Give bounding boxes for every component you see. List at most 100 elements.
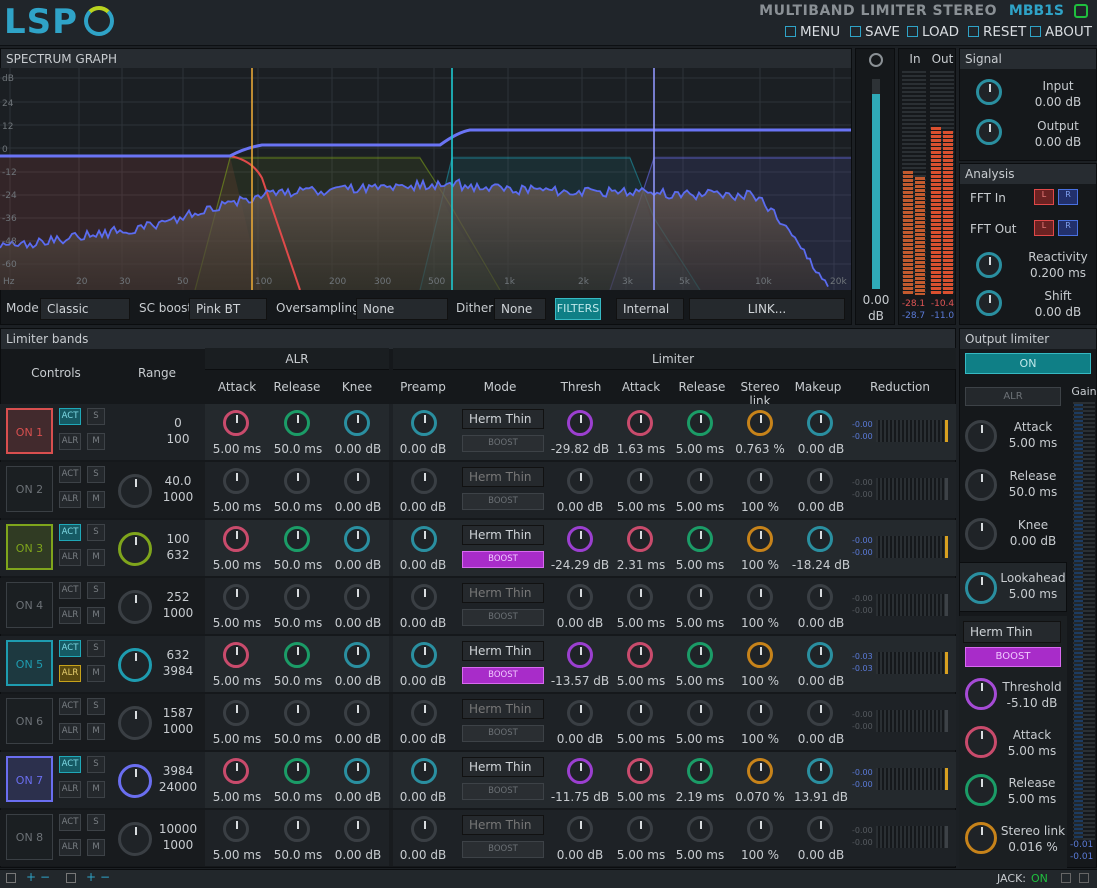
zoom-icon[interactable] xyxy=(869,53,883,67)
out-knee-knob[interactable] xyxy=(965,518,997,550)
band-4-alr-knee-knob[interactable] xyxy=(344,584,370,610)
mode-select[interactable]: Classic xyxy=(40,298,130,320)
band-1-mute-button[interactable]: M xyxy=(87,433,105,450)
band-7-act-button[interactable]: ACT xyxy=(59,756,81,773)
link-button[interactable]: LINK... xyxy=(689,298,845,320)
band-1-solo-button[interactable]: S xyxy=(87,408,105,425)
band-5-alr-knee-knob[interactable] xyxy=(344,642,370,668)
band-7-alr-attack-knob[interactable] xyxy=(223,758,249,784)
band-4-solo-button[interactable]: S xyxy=(87,582,105,599)
band-5-on-button[interactable]: ON 5 xyxy=(6,640,53,686)
band-7-boost-button[interactable]: BOOST xyxy=(462,783,544,800)
band-2-boost-button[interactable]: BOOST xyxy=(462,493,544,510)
band-8-on-button[interactable]: ON 8 xyxy=(6,814,53,860)
band-4-mode-select[interactable]: Herm Thin xyxy=(462,583,544,603)
band-7-mode-select[interactable]: Herm Thin xyxy=(462,757,544,777)
band-2-mute-button[interactable]: M xyxy=(87,491,105,508)
band-3-attack-knob[interactable] xyxy=(627,526,653,552)
band-2-mode-select[interactable]: Herm Thin xyxy=(462,467,544,487)
dither-select[interactable]: None xyxy=(494,298,546,320)
load-button[interactable]: LOAD xyxy=(907,24,959,40)
band-5-alr-release-knob[interactable] xyxy=(284,642,310,668)
band-7-release-knob[interactable] xyxy=(687,758,713,784)
band-8-act-button[interactable]: ACT xyxy=(59,814,81,831)
resize-icon[interactable] xyxy=(1079,873,1089,883)
band-1-alr-release-knob[interactable] xyxy=(284,410,310,436)
band-6-thresh-knob[interactable] xyxy=(567,700,593,726)
out-stereolink-knob[interactable] xyxy=(965,822,997,854)
band-6-range-knob[interactable] xyxy=(118,706,152,740)
out-release2-knob[interactable] xyxy=(965,774,997,806)
band-5-act-button[interactable]: ACT xyxy=(59,640,81,657)
band-8-boost-button[interactable]: BOOST xyxy=(462,841,544,858)
band-8-solo-button[interactable]: S xyxy=(87,814,105,831)
band-4-preamp-knob[interactable] xyxy=(411,584,437,610)
band-3-boost-button[interactable]: BOOST xyxy=(462,551,544,568)
band-1-stereolink-knob[interactable] xyxy=(747,410,773,436)
band-6-act-button[interactable]: ACT xyxy=(59,698,81,715)
band-3-alr-attack-knob[interactable] xyxy=(223,526,249,552)
band-4-attack-knob[interactable] xyxy=(627,584,653,610)
reactivity-knob[interactable] xyxy=(976,252,1002,278)
band-5-mute-button[interactable]: M xyxy=(87,665,105,682)
band-7-on-button[interactable]: ON 7 xyxy=(6,756,53,802)
band-8-thresh-knob[interactable] xyxy=(567,816,593,842)
band-2-preamp-knob[interactable] xyxy=(411,468,437,494)
band-2-alr-knee-knob[interactable] xyxy=(344,468,370,494)
band-6-on-button[interactable]: ON 6 xyxy=(6,698,53,744)
out-boost-button[interactable]: BOOST xyxy=(965,647,1061,667)
band-2-makeup-knob[interactable] xyxy=(807,468,833,494)
help-icon[interactable] xyxy=(1061,873,1071,883)
band-3-makeup-knob[interactable] xyxy=(807,526,833,552)
out-mode-select[interactable]: Herm Thin xyxy=(963,621,1061,643)
band-3-alr-knee-knob[interactable] xyxy=(344,526,370,552)
band-3-range-knob[interactable] xyxy=(118,532,152,566)
out-release-knob[interactable] xyxy=(965,469,997,501)
band-4-range-knob[interactable] xyxy=(118,590,152,624)
band-2-range-knob[interactable] xyxy=(118,474,152,508)
band-6-release-knob[interactable] xyxy=(687,700,713,726)
gain-meter[interactable] xyxy=(872,79,880,289)
reset-button[interactable]: RESET xyxy=(968,24,1026,40)
font-up-icon[interactable]: + xyxy=(86,870,96,884)
band-2-alr-button[interactable]: ALR xyxy=(59,491,81,508)
band-5-range-knob[interactable] xyxy=(118,648,152,682)
band-6-alr-attack-knob[interactable] xyxy=(223,700,249,726)
font-down-icon[interactable]: − xyxy=(100,870,110,884)
band-1-alr-button[interactable]: ALR xyxy=(59,433,81,450)
band-8-alr-attack-knob[interactable] xyxy=(223,816,249,842)
band-7-makeup-knob[interactable] xyxy=(807,758,833,784)
band-7-mute-button[interactable]: M xyxy=(87,781,105,798)
band-8-alr-knee-knob[interactable] xyxy=(344,816,370,842)
band-5-alr-button[interactable]: ALR xyxy=(59,665,81,682)
band-3-stereolink-knob[interactable] xyxy=(747,526,773,552)
band-6-stereolink-knob[interactable] xyxy=(747,700,773,726)
spectrum-graph[interactable]: dB 24 12 0 -12 -24 -36 -48 -60 Hz 20 30 50 100 200 300… xyxy=(0,68,851,290)
filters-button[interactable]: FILTERS xyxy=(555,298,601,320)
band-1-alr-attack-knob[interactable] xyxy=(223,410,249,436)
band-6-attack-knob[interactable] xyxy=(627,700,653,726)
band-4-alr-button[interactable]: ALR xyxy=(59,607,81,624)
band-6-boost-button[interactable]: BOOST xyxy=(462,725,544,742)
band-7-alr-knee-knob[interactable] xyxy=(344,758,370,784)
power-icon[interactable] xyxy=(1074,4,1088,18)
output-knob[interactable] xyxy=(976,119,1002,145)
band-4-alr-release-knob[interactable] xyxy=(284,584,310,610)
band-1-boost-button[interactable]: BOOST xyxy=(462,435,544,452)
band-8-stereolink-knob[interactable] xyxy=(747,816,773,842)
band-5-boost-button[interactable]: BOOST xyxy=(462,667,544,684)
band-3-release-knob[interactable] xyxy=(687,526,713,552)
scboost-select[interactable]: Pink BT xyxy=(189,298,267,320)
band-2-thresh-knob[interactable] xyxy=(567,468,593,494)
fft-in-l-button[interactable]: L xyxy=(1034,189,1054,205)
band-7-solo-button[interactable]: S xyxy=(87,756,105,773)
band-7-alr-release-knob[interactable] xyxy=(284,758,310,784)
band-3-mode-select[interactable]: Herm Thin xyxy=(462,525,544,545)
band-6-solo-button[interactable]: S xyxy=(87,698,105,715)
band-6-mute-button[interactable]: M xyxy=(87,723,105,740)
band-3-preamp-knob[interactable] xyxy=(411,526,437,552)
band-8-alr-button[interactable]: ALR xyxy=(59,839,81,856)
band-1-mode-select[interactable]: Herm Thin xyxy=(462,409,544,429)
about-button[interactable]: ABOUT xyxy=(1030,24,1092,40)
band-4-release-knob[interactable] xyxy=(687,584,713,610)
